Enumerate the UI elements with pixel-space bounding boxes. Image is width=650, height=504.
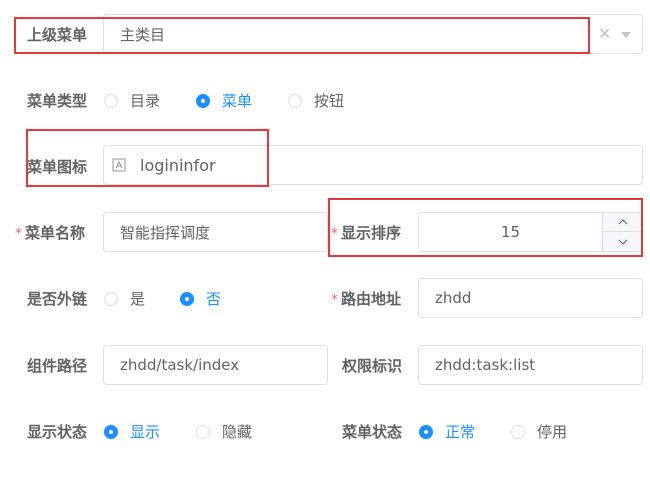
permission-label: 权限标识: [342, 357, 403, 375]
parent-menu-value: 主类目: [120, 25, 166, 44]
radio-external-no[interactable]: 否: [180, 288, 221, 309]
radio-status-normal-label: 正常: [445, 423, 476, 441]
radio-circle: [104, 424, 118, 439]
parent-menu-label: 上级菜单: [27, 26, 88, 44]
required-mark: *: [15, 226, 22, 242]
radio-button-label: 按钮: [314, 92, 345, 110]
radio-circle: [196, 93, 210, 108]
radio-display-show-label: 显示: [130, 423, 161, 441]
route-address-label: * 路由地址: [331, 288, 401, 309]
menu-status-label: 菜单状态: [342, 423, 403, 441]
route-address-value: zhdd: [435, 289, 472, 307]
display-status-label: 显示状态: [27, 423, 88, 441]
display-order-label-text: 显示排序: [341, 224, 402, 242]
permission-input[interactable]: zhdd:task:list: [418, 345, 643, 385]
display-order-value: 15: [500, 223, 521, 241]
radio-directory[interactable]: 目录: [104, 90, 160, 111]
radio-external-yes[interactable]: 是: [104, 288, 145, 309]
external-link-label: 是否外链: [27, 290, 88, 308]
component-path-value: zhdd/task/index: [120, 356, 240, 374]
parent-menu-select[interactable]: 主类目: [103, 14, 643, 54]
radio-circle: [511, 424, 525, 439]
radio-circle: [419, 424, 433, 439]
radio-external-no-label: 否: [206, 290, 222, 308]
decrement-button[interactable]: [603, 232, 642, 251]
stepper-buttons: [602, 213, 642, 251]
component-path-input[interactable]: zhdd/task/index: [103, 345, 328, 385]
menu-name-label: * 菜单名称: [15, 222, 85, 243]
required-mark: *: [331, 292, 338, 308]
radio-menu[interactable]: 菜单: [196, 90, 252, 111]
chevron-up-icon: [618, 219, 627, 225]
display-order-stepper[interactable]: 15: [418, 212, 643, 252]
radio-circle: [288, 93, 302, 108]
radio-external-yes-label: 是: [130, 290, 146, 308]
chevron-down-icon[interactable]: [621, 32, 631, 38]
route-address-label-text: 路由地址: [341, 290, 402, 308]
radio-display-show[interactable]: 显示: [104, 421, 160, 442]
route-address-input[interactable]: zhdd: [418, 278, 643, 318]
menu-name-input[interactable]: 智能指挥调度: [103, 212, 328, 252]
radio-directory-label: 目录: [130, 92, 161, 110]
radio-status-disabled[interactable]: 停用: [511, 421, 567, 442]
image-icon: [112, 158, 126, 172]
display-order-label: * 显示排序: [331, 222, 401, 243]
radio-status-normal[interactable]: 正常: [419, 421, 475, 442]
menu-icon-label: 菜单图标: [27, 158, 88, 176]
menu-name-label-text: 菜单名称: [25, 224, 86, 242]
radio-button[interactable]: 按钮: [288, 90, 344, 111]
required-mark: *: [331, 226, 338, 242]
menu-icon-input[interactable]: logininfor: [103, 145, 643, 185]
increment-button[interactable]: [603, 213, 642, 232]
clear-icon[interactable]: ✕: [598, 24, 611, 43]
chevron-down-icon: [618, 239, 627, 245]
permission-value: zhdd:task:list: [435, 356, 536, 374]
menu-name-value: 智能指挥调度: [120, 223, 211, 242]
radio-circle: [104, 291, 118, 306]
menu-icon-value: logininfor: [140, 155, 216, 175]
radio-status-disabled-label: 停用: [537, 423, 568, 441]
radio-menu-label: 菜单: [222, 92, 253, 110]
radio-circle: [180, 291, 194, 306]
menu-type-label: 菜单类型: [27, 92, 88, 110]
component-path-label: 组件路径: [27, 357, 88, 375]
radio-display-hide[interactable]: 隐藏: [196, 421, 252, 442]
radio-display-hide-label: 隐藏: [222, 423, 253, 441]
radio-circle: [196, 424, 210, 439]
radio-circle: [104, 93, 118, 108]
